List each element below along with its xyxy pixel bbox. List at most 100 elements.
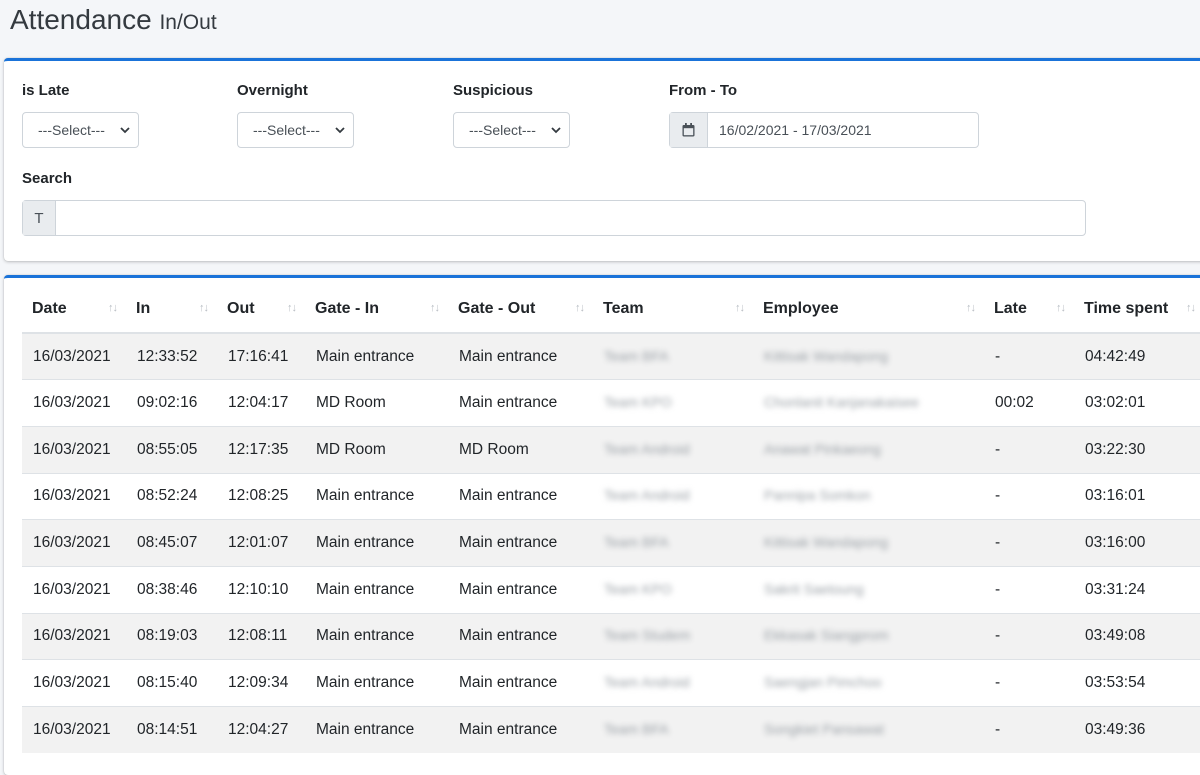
table-cell: Songkiet Pansawat <box>753 706 984 754</box>
table-row[interactable]: 16/03/2021 08:55:05 12:17:35 MD Room MD Room… <box>22 425 1200 474</box>
table-cell: - <box>984 472 1074 520</box>
table-row[interactable]: 16/03/2021 08:15:40 12:09:34 Main entrance M… <box>22 659 1200 707</box>
cell-text: Main entrance <box>316 721 415 739</box>
column-header-team[interactable]: Team ↑↓ <box>593 286 753 334</box>
sort-icon[interactable]: ↑↓ <box>430 302 440 314</box>
table-cell: 00:02 <box>984 379 1074 427</box>
table-cell: Pannipa Somkon <box>753 472 984 520</box>
table-cell: - <box>984 612 1074 660</box>
employee-name-redacted: Chonlanit Kanjanakaisee <box>764 394 919 411</box>
table-row[interactable]: 16/03/2021 08:19:03 12:08:11 Main entrance M… <box>22 612 1200 660</box>
cell-text: Main entrance <box>459 721 558 739</box>
cell-text: - <box>995 487 1001 505</box>
table-cell: 12:04:17 <box>217 379 305 427</box>
cell-text: 12:08:25 <box>228 487 289 505</box>
search-group: T <box>22 200 1086 236</box>
cell-text: - <box>995 347 1001 365</box>
is-late-select[interactable]: ---Select--- <box>22 112 139 148</box>
sort-icon[interactable]: ↑↓ <box>575 302 585 314</box>
column-header-in[interactable]: In ↑↓ <box>126 286 217 334</box>
column-header-out[interactable]: Out ↑↓ <box>217 286 305 334</box>
cell-text: 12:09:34 <box>228 674 289 692</box>
cell-text: 08:52:24 <box>137 487 198 505</box>
cell-text: 16/03/2021 <box>33 580 111 598</box>
table-cell: 12:08:25 <box>217 472 305 520</box>
sort-icon[interactable]: ↑↓ <box>199 302 209 314</box>
table-row[interactable]: 16/03/2021 09:02:16 12:04:17 MD Room Main en… <box>22 379 1200 427</box>
cell-text: Main entrance <box>316 487 415 505</box>
table-cell: Team Studem <box>593 612 753 660</box>
table-card: Date ↑↓ In ↑↓ Out ↑↓ Gate - In ↑↓ Gate - Out ↑↓ Te… <box>4 275 1200 775</box>
table-cell: 17:16:41 <box>217 332 305 380</box>
is-late-label: is Late <box>22 82 70 99</box>
table-cell: 08:55:05 <box>126 425 217 474</box>
sort-icon[interactable]: ↑↓ <box>108 302 118 314</box>
table-cell: 12:01:07 <box>217 519 305 567</box>
cell-text: 03:02:01 <box>1085 394 1146 412</box>
cell-text: MD Room <box>316 394 386 412</box>
date-range-label: From - To <box>669 82 738 99</box>
column-header-gate-in[interactable]: Gate - In ↑↓ <box>305 286 448 334</box>
table-cell: 03:53:54 <box>1074 659 1200 707</box>
table-row[interactable]: 16/03/2021 12:33:52 17:16:41 Main entrance M… <box>22 332 1200 380</box>
team-name-redacted: Team Android <box>604 487 690 504</box>
sort-icon[interactable]: ↑↓ <box>1186 302 1196 314</box>
employee-name-redacted: Kittisak Wandapong <box>764 534 888 551</box>
table-cell: Main entrance <box>448 612 593 660</box>
table-cell: Saengjan Pimchoo <box>753 659 984 707</box>
cell-text: 08:19:03 <box>137 627 198 645</box>
column-header-label: Gate - In <box>315 300 380 317</box>
table-cell: Team KPO <box>593 379 753 427</box>
table-row[interactable]: 16/03/2021 08:14:51 12:04:27 Main entrance M… <box>22 706 1200 754</box>
employee-name-redacted: Anawat Pinkaeong <box>764 440 881 457</box>
cell-text: Main entrance <box>316 580 415 598</box>
calendar-icon-glyph <box>682 123 695 137</box>
cell-text: Main entrance <box>459 487 558 505</box>
cell-text: 03:49:36 <box>1085 721 1146 739</box>
table-cell: Team BFA <box>593 519 753 567</box>
cell-text: Main entrance <box>316 674 415 692</box>
column-header-date[interactable]: Date ↑↓ <box>22 286 126 334</box>
column-header-gate-out[interactable]: Gate - Out ↑↓ <box>448 286 593 334</box>
page-header: Attendance In/Out <box>0 0 1200 58</box>
table-row[interactable]: 16/03/2021 08:38:46 12:10:10 Main entrance M… <box>22 565 1200 614</box>
cell-text: 12:08:11 <box>228 627 288 645</box>
employee-name-redacted: Sakrit Saetoung <box>764 580 864 597</box>
cell-text: 16/03/2021 <box>33 534 111 552</box>
date-range-value: 16/02/2021 - 17/03/2021 <box>719 122 872 138</box>
calendar-icon[interactable] <box>670 113 708 147</box>
table-row[interactable]: 16/03/2021 08:45:07 12:01:07 Main entrance M… <box>22 519 1200 567</box>
cell-text: Main entrance <box>316 534 415 552</box>
column-header-employee[interactable]: Employee ↑↓ <box>753 286 984 334</box>
cell-text: Main entrance <box>459 580 558 598</box>
table-cell: Main entrance <box>305 706 448 754</box>
chevron-down-icon <box>120 127 130 134</box>
column-header-label: Employee <box>763 300 839 317</box>
table-cell: 08:52:24 <box>126 472 217 520</box>
cell-text: 03:31:24 <box>1085 580 1146 598</box>
team-name-redacted: Team BFA <box>604 347 669 364</box>
sort-icon[interactable]: ↑↓ <box>966 302 976 314</box>
column-header-label: Team <box>603 300 644 317</box>
overnight-select[interactable]: ---Select--- <box>237 112 354 148</box>
table-cell: 16/03/2021 <box>22 425 126 474</box>
table-cell: Main entrance <box>448 706 593 754</box>
table-cell: MD Room <box>305 425 448 474</box>
column-header-late[interactable]: Late ↑↓ <box>984 286 1074 334</box>
cell-text: Main entrance <box>316 347 415 365</box>
sort-icon[interactable]: ↑↓ <box>1056 302 1066 314</box>
cell-text: Main entrance <box>459 674 558 692</box>
search-input[interactable] <box>56 201 1085 235</box>
cell-text: - <box>995 580 1001 598</box>
cell-text: - <box>995 627 1001 645</box>
suspicious-select[interactable]: ---Select--- <box>453 112 570 148</box>
table-row[interactable]: 16/03/2021 08:52:24 12:08:25 Main entrance M… <box>22 472 1200 520</box>
table-cell: - <box>984 706 1074 754</box>
sort-icon[interactable]: ↑↓ <box>735 302 745 314</box>
cell-text: 08:15:40 <box>137 674 198 692</box>
date-range-picker[interactable]: 16/02/2021 - 17/03/2021 <box>669 112 979 148</box>
column-header-time-spent[interactable]: Time spent ↑↓ <box>1074 286 1200 334</box>
table-cell: MD Room <box>305 379 448 427</box>
cell-text: 03:49:08 <box>1085 627 1146 645</box>
sort-icon[interactable]: ↑↓ <box>287 302 297 314</box>
